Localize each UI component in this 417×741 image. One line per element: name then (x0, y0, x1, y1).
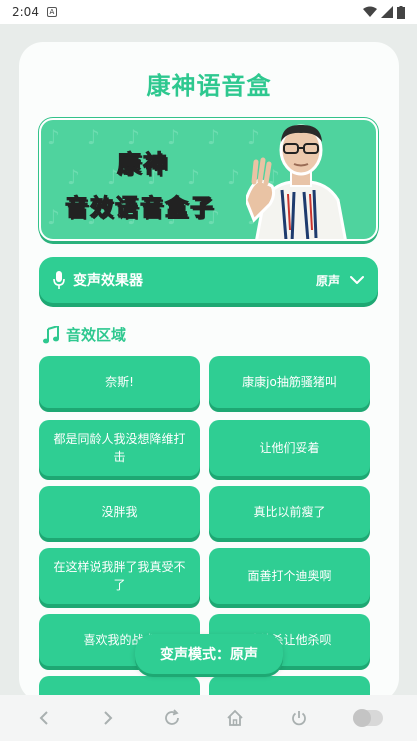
refresh-button[interactable] (160, 706, 184, 730)
toggle-switch[interactable] (351, 706, 385, 730)
status-bar: 2:04 A (0, 0, 417, 24)
sound-button[interactable]: 奈斯! (39, 356, 200, 408)
svg-text:♪: ♪ (227, 165, 240, 189)
refresh-icon (164, 709, 179, 725)
sound-button[interactable]: 都是同龄人我没想降维打击 (39, 420, 200, 476)
svg-text:♪: ♪ (67, 165, 80, 189)
svg-text:♪: ♪ (47, 205, 60, 229)
status-time: 2:04 (12, 5, 39, 19)
toggle-knob (353, 709, 372, 727)
svg-text:♪: ♪ (47, 125, 60, 149)
person-photo (246, 124, 347, 239)
power-icon (292, 711, 307, 726)
svg-text:♪: ♪ (87, 125, 100, 149)
app-title: 康神语音盒 (146, 72, 272, 100)
sound-section-header: 音效区域 (43, 324, 126, 345)
home-icon (227, 709, 244, 726)
sound-button[interactable]: 在这样说我胖了我真受不了 (39, 548, 200, 604)
forward-icon (104, 711, 113, 725)
sound-button[interactable]: 面善打个迪奥啊 (209, 548, 370, 604)
voice-changer-value: 原声 (315, 273, 340, 288)
section-title: 音效区域 (66, 326, 127, 344)
svg-text:♪: ♪ (207, 125, 220, 149)
sound-button[interactable]: 让他们妥着 (209, 420, 370, 476)
battery-icon (397, 5, 405, 19)
browser-nav-bar (0, 695, 417, 741)
status-indicators (363, 5, 405, 19)
home-button[interactable] (223, 706, 247, 730)
voice-changer-label: 变声效果器 (73, 273, 143, 289)
main-card: 康神语音盒 ♪♪♪♪♪♪ ♪♪♪♪♪♪ ♪♪♪♪♪♪ 康神 音效语音盒子 (19, 42, 399, 702)
banner-title: 康神 (117, 150, 169, 179)
back-button[interactable] (32, 706, 56, 730)
banner: ♪♪♪♪♪♪ ♪♪♪♪♪♪ ♪♪♪♪♪♪ 康神 音效语音盒子 (39, 118, 378, 241)
sound-button[interactable]: 没胖我 (39, 486, 200, 538)
music-note-icon (43, 325, 59, 343)
back-icon (39, 711, 48, 725)
notification-icon: A (46, 7, 57, 17)
sound-button[interactable]: 康康jo抽筋骚猪叫 (209, 356, 370, 408)
toast-message: 变声模式：原声 (135, 634, 283, 674)
svg-text:♪: ♪ (187, 165, 200, 189)
microphone-icon (53, 271, 65, 289)
signal-icon (381, 6, 393, 18)
forward-button[interactable] (96, 706, 120, 730)
banner-subtitle: 音效语音盒子 (65, 195, 215, 222)
toggle-track (353, 709, 384, 727)
voice-changer-selector[interactable]: 变声效果器 原声 (39, 257, 378, 303)
power-button[interactable] (287, 706, 311, 730)
sound-button[interactable]: 真比以前瘦了 (209, 486, 370, 538)
wifi-icon (363, 6, 377, 17)
chevron-down-icon (350, 276, 364, 284)
